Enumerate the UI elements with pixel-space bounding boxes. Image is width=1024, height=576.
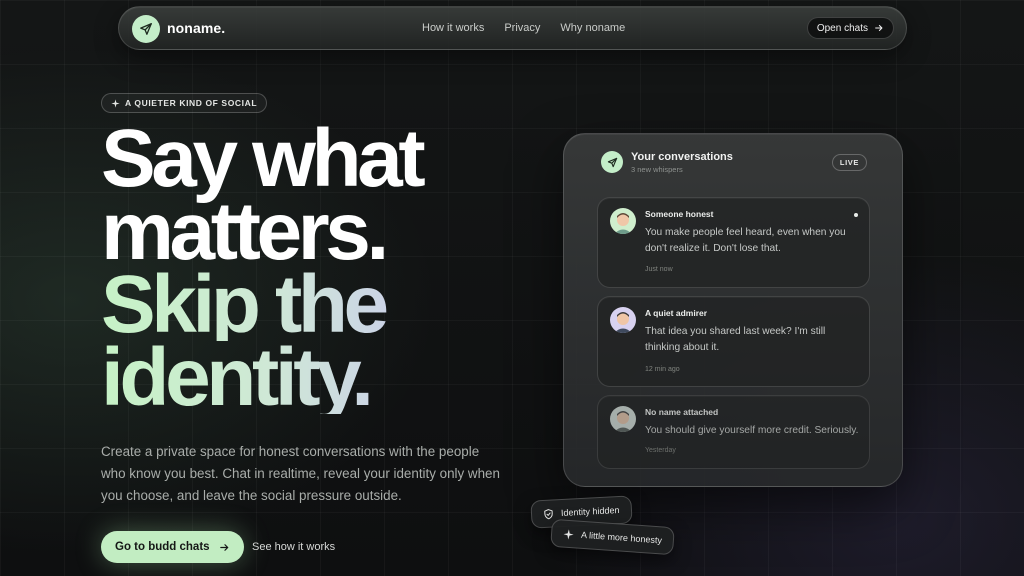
nav-link-why-noname[interactable]: Why noname [560,22,625,34]
honesty-label: A little more honesty [580,529,663,546]
message-time: Just now [645,266,673,273]
paper-plane-icon [607,157,617,167]
brand-name[interactable]: noname. [167,20,225,36]
message-card[interactable]: A quiet admirer That idea you shared las… [597,296,870,387]
panel-subtitle: 3 new whispers [631,165,683,174]
go-to-chats-button[interactable]: Go to budd chats [101,531,244,563]
message-text: You make people feel heard, even when yo… [645,227,846,254]
message-sender: A quiet admirer [645,308,708,318]
avatar [610,307,636,333]
panel-logo [601,151,623,173]
see-how-it-works-link[interactable]: See how it works [252,541,335,553]
nav-links: How it works Privacy Why noname [422,22,625,34]
paper-plane-icon [140,23,152,35]
top-nav: noname. How it works Privacy Why noname … [118,6,907,50]
arrow-right-icon [875,24,883,32]
message-text: You should give yourself more credit. Se… [645,425,859,436]
sparkle-icon [563,528,574,539]
conversations-panel: Your conversations 3 new whispers LIVE S… [563,133,903,487]
message-sender: Someone honest [645,209,714,219]
avatar [610,208,636,234]
headline-line-2: matters. [101,186,389,277]
hero-headline: Say what matters. Skip the identity. [101,113,581,419]
go-to-chats-label: Go to budd chats [115,541,210,553]
hero-tag-label: A QUIETER KIND OF SOCIAL [125,98,258,108]
identity-hidden-label: Identity hidden [560,505,620,519]
panel-title: Your conversations [631,151,733,163]
headline-line-3: Skip the [101,264,581,346]
message-time: Yesterday [645,447,676,454]
headline-line-4: identity. [101,337,581,419]
live-badge: LIVE [831,154,867,171]
message-card[interactable]: Someone honest You make people feel hear… [597,197,870,288]
message-time: 12 min ago [645,366,680,373]
message-sender: No name attached [645,407,719,417]
headline-line-1: Say what [101,113,426,204]
nav-link-privacy[interactable]: Privacy [504,22,540,34]
message-card[interactable]: No name attached You should give yoursel… [597,395,870,469]
arrow-right-icon [219,543,228,551]
unread-dot [854,213,858,217]
sparkle-icon [111,98,120,108]
logo[interactable] [132,15,160,43]
hero-tag: A QUIETER KIND OF SOCIAL [101,93,268,113]
open-chats-button[interactable]: Open chats [806,17,894,39]
message-text: That idea you shared last week? I'm stil… [645,326,826,353]
nav-link-how-it-works[interactable]: How it works [422,22,484,34]
open-chats-label: Open chats [816,22,868,34]
shield-icon [544,508,553,519]
hero-description: Create a private space for honest conver… [101,444,500,503]
avatar [610,406,636,432]
honesty-chip: A little more honesty [550,518,675,556]
